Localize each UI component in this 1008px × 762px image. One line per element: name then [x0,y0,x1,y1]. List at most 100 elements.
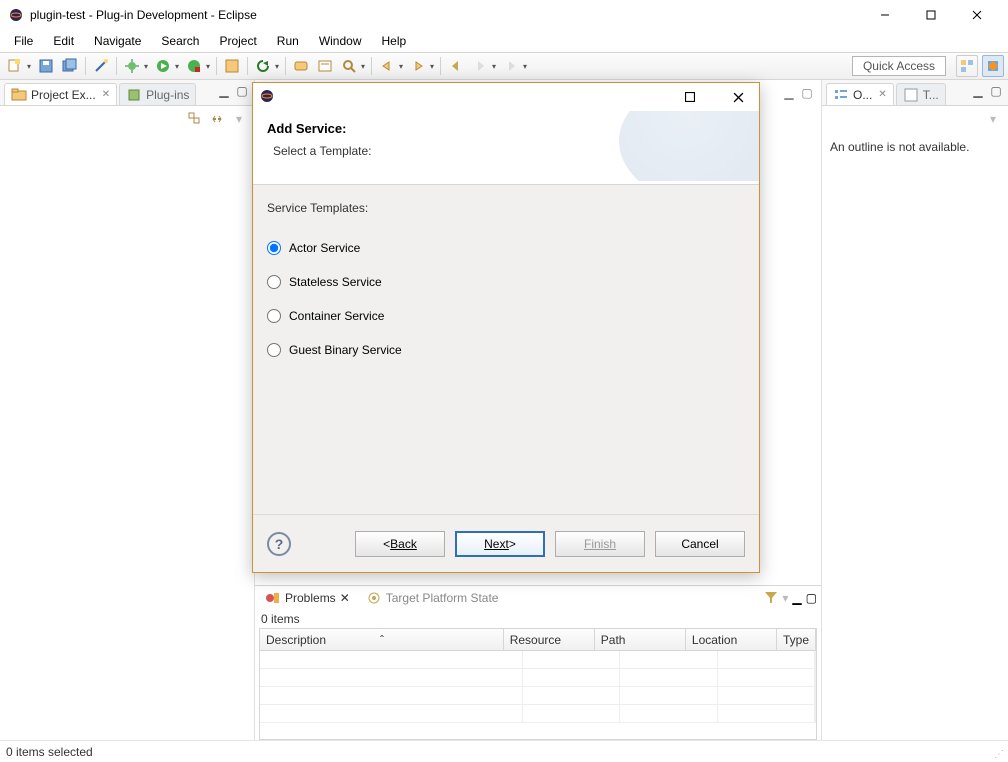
minimize-view-icon[interactable]: ▁ [216,83,232,99]
wand-icon[interactable] [90,55,112,77]
save-all-icon[interactable] [59,55,81,77]
dialog-minimize-button[interactable] [627,83,657,111]
dropdown-icon[interactable]: ▾ [273,62,281,71]
radio-input[interactable] [267,275,281,289]
save-icon[interactable] [35,55,57,77]
new-icon[interactable] [4,55,26,77]
dialog-header: Add Service: Select a Template: [253,111,759,185]
close-icon[interactable]: ✕ [102,89,110,100]
run-last-icon[interactable] [183,55,205,77]
tab-tasklist[interactable]: T... [896,83,946,105]
open-perspective-button[interactable] [956,55,978,77]
finish-button[interactable]: Finish [555,531,645,557]
col-location[interactable]: Location [686,629,777,650]
close-icon[interactable]: ✕ [340,591,350,605]
search-icon[interactable] [338,55,360,77]
close-icon[interactable]: ✕ [878,89,886,100]
items-count: 0 items [255,610,821,628]
status-bar: 0 items selected ⋰ [0,740,1008,762]
minimize-view-icon[interactable]: ▁ [781,85,797,101]
dropdown-icon[interactable]: ▾ [359,62,367,71]
left-pane: Project Ex... ✕ Plug-ins ▁ ▢ ▾ [0,80,254,740]
radio-stateless-service[interactable]: Stateless Service [267,265,745,299]
maximize-view-icon[interactable]: ▢ [988,83,1004,99]
radio-label: Stateless Service [289,275,382,289]
tab-label: Target Platform State [386,591,499,605]
menu-file[interactable]: File [6,32,41,50]
bottom-tabs: Problems ✕ Target Platform State ▾ ▁ ▢ [255,586,821,610]
view-menu-icon[interactable]: ▾ [984,110,1002,128]
back-nav-icon[interactable] [445,55,467,77]
col-type[interactable]: Type [777,629,816,650]
dropdown-icon[interactable]: ▾ [397,62,405,71]
minimize-view-icon[interactable]: ▁ [970,83,986,99]
window-maximize-button[interactable] [908,0,954,30]
col-path[interactable]: Path [595,629,686,650]
prev-annotation-icon[interactable] [376,55,398,77]
window-minimize-button[interactable] [862,0,908,30]
radio-actor-service[interactable]: Actor Service [267,231,745,265]
resize-grip-icon[interactable]: ⋰ [994,749,1004,760]
plugin-perspective-button[interactable] [982,55,1004,77]
menu-search[interactable]: Search [153,32,207,50]
table-header: Descriptionˆ Resource Path Location Type [260,629,816,651]
collapse-all-icon[interactable] [186,110,204,128]
view-menu-icon[interactable]: ▾ [782,591,788,605]
help-button[interactable]: ? [267,532,291,556]
next-annotation-icon[interactable] [407,55,429,77]
tab-project-explorer[interactable]: Project Ex... ✕ [4,83,117,105]
dropdown-icon[interactable]: ▾ [521,62,529,71]
menu-edit[interactable]: Edit [45,32,82,50]
dialog-close-button[interactable] [723,83,753,111]
col-resource[interactable]: Resource [504,629,595,650]
maximize-view-icon[interactable]: ▢ [234,83,250,99]
radio-container-service[interactable]: Container Service [267,299,745,333]
tab-target-platform[interactable]: Target Platform State [360,588,505,608]
tab-outline[interactable]: O... ✕ [826,83,894,105]
quick-access-field[interactable]: Quick Access [852,56,946,76]
forward-history-icon[interactable] [500,55,522,77]
menu-navigate[interactable]: Navigate [86,32,149,50]
forward-nav-icon[interactable] [469,55,491,77]
new-plugin-icon[interactable] [221,55,243,77]
menu-window[interactable]: Window [311,32,370,50]
col-description[interactable]: Descriptionˆ [260,629,504,650]
radio-input[interactable] [267,241,281,255]
debug-icon[interactable] [121,55,143,77]
project-explorer-toolbar: ▾ [0,106,254,132]
run-icon[interactable] [152,55,174,77]
window-close-button[interactable] [954,0,1000,30]
dropdown-icon[interactable]: ▾ [25,62,33,71]
tab-label: O... [853,88,872,102]
minimize-view-icon[interactable]: ▁ [792,591,801,605]
tab-plugins[interactable]: Plug-ins [119,83,196,105]
menu-run[interactable]: Run [269,32,307,50]
filter-icon[interactable] [764,590,778,607]
open-task-icon[interactable] [314,55,336,77]
back-button[interactable]: < Back [355,531,445,557]
refresh-icon[interactable] [252,55,274,77]
radio-input[interactable] [267,309,281,323]
open-type-icon[interactable] [290,55,312,77]
service-template-group: Actor Service Stateless Service Containe… [267,231,745,367]
dialog-maximize-button[interactable] [675,83,705,111]
dropdown-icon[interactable]: ▾ [142,62,150,71]
dropdown-icon[interactable]: ▾ [490,62,498,71]
dropdown-icon[interactable]: ▾ [173,62,181,71]
dropdown-icon[interactable]: ▾ [204,62,212,71]
view-menu-icon[interactable]: ▾ [230,110,248,128]
dropdown-icon[interactable]: ▾ [428,62,436,71]
link-editor-icon[interactable] [208,110,226,128]
maximize-view-icon[interactable]: ▢ [806,591,817,605]
maximize-view-icon[interactable]: ▢ [799,85,815,101]
tab-problems[interactable]: Problems ✕ [259,588,356,608]
radio-guest-binary-service[interactable]: Guest Binary Service [267,333,745,367]
radio-input[interactable] [267,343,281,357]
menu-project[interactable]: Project [211,32,264,50]
window-titlebar: plugin-test - Plug-in Development - Ecli… [0,0,1008,30]
main-toolbar: ▾ ▾ ▾ ▾ ▾ ▾ ▾ ▾ ▾ ▾ Quick Access [0,52,1008,80]
menu-help[interactable]: Help [374,32,415,50]
next-button[interactable]: Next > [455,531,545,557]
plugins-icon [126,87,142,103]
cancel-button[interactable]: Cancel [655,531,745,557]
